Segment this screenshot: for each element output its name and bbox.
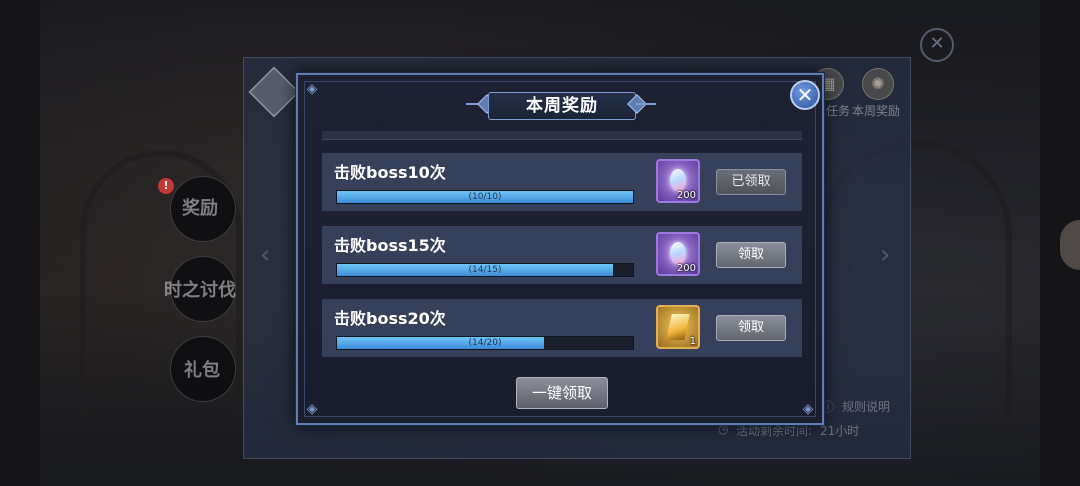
close-icon[interactable]: ✕ <box>790 80 820 110</box>
reward-row: 击败boss20次 (14/20) 1 领取 <box>322 299 802 357</box>
weekly-reward-icon[interactable]: ✺ <box>862 68 894 100</box>
reward-row: 击败boss15次 (14/15) 200 领取 <box>322 226 802 284</box>
shard-icon <box>666 314 690 340</box>
progress-bar: (10/10) <box>336 190 634 204</box>
list-top-divider <box>322 131 802 140</box>
gem-icon <box>670 242 686 264</box>
gem-icon <box>670 169 686 191</box>
prev-arrow-icon[interactable]: ‹ <box>260 240 270 270</box>
title-wing <box>636 103 656 105</box>
corner-ornament-icon: ◈ <box>802 401 814 417</box>
progress-text: (10/10) <box>468 192 502 202</box>
claim-button[interactable]: 领取 <box>716 242 786 268</box>
reward-row-title: 击败boss15次 <box>334 236 446 255</box>
notification-badge: ! <box>158 178 174 194</box>
side-menu-pack-label: 礼包 <box>184 360 220 381</box>
claimed-button[interactable]: 已领取 <box>716 169 786 195</box>
reward-row-title: 击败boss10次 <box>334 163 446 182</box>
side-menu-raid-label: 时之讨伐 <box>164 280 236 301</box>
next-arrow-icon[interactable]: › <box>880 240 890 270</box>
corner-ornament-icon: ◈ <box>306 81 318 97</box>
claim-button[interactable]: 领取 <box>716 315 786 341</box>
reward-count: 1 <box>689 336 696 347</box>
claim-all-button[interactable]: 一键领取 <box>516 377 608 409</box>
reward-row-title: 击败boss20次 <box>334 309 446 328</box>
reward-item-gem[interactable]: 200 <box>656 232 700 276</box>
remaining-time-value: 21小时 <box>820 424 860 438</box>
progress-bar: (14/20) <box>336 336 634 350</box>
weekly-reward-label: 本周奖励 <box>852 104 901 118</box>
corner-ornament-icon: ◈ <box>306 401 318 417</box>
progress-text: (14/20) <box>468 338 502 348</box>
weekly-reward-modal: ◈ ◈ ◈ ◈ 本周奖励 ✕ 击败boss10次 (10/10) 200 已领取… <box>296 73 824 425</box>
progress-bar: (14/15) <box>336 263 634 277</box>
modal-title: 本周奖励 <box>526 96 598 116</box>
rules-link[interactable]: 规则说明 <box>842 398 890 415</box>
reward-count: 200 <box>676 190 696 201</box>
reward-item-gem[interactable]: 200 <box>656 159 700 203</box>
event-close-icon[interactable]: ✕ <box>920 28 954 62</box>
reward-item-shard[interactable]: 1 <box>656 305 700 349</box>
task-label: 任务 <box>826 104 851 118</box>
reward-count: 200 <box>676 263 696 274</box>
reward-row: 击败boss10次 (10/10) 200 已领取 <box>322 153 802 211</box>
modal-title-bar: 本周奖励 <box>466 90 656 120</box>
left-letterbox <box>0 0 40 486</box>
title-plate: 本周奖励 <box>488 92 636 120</box>
progress-text: (14/15) <box>468 265 502 275</box>
side-menu-reward-label: 奖励 <box>182 198 218 219</box>
